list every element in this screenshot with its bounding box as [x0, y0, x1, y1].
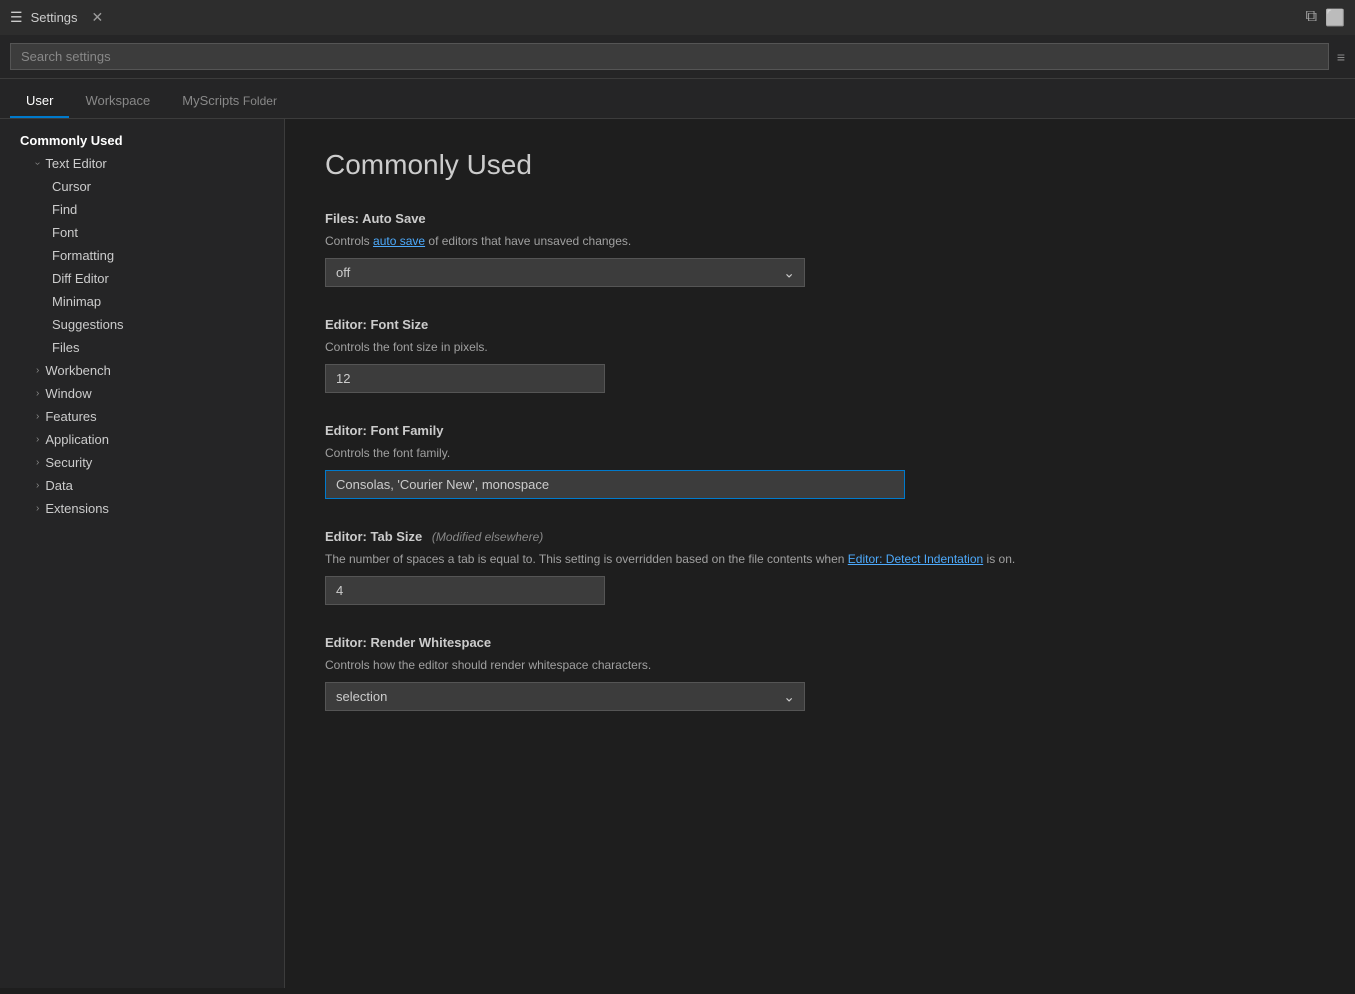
tab-workspace[interactable]: Workspace [69, 85, 166, 118]
chevron-extensions-icon: › [36, 503, 39, 514]
detect-indentation-link[interactable]: Editor: Detect Indentation [848, 552, 983, 566]
close-tab-button[interactable]: ✕ [92, 9, 104, 26]
settings-title: Settings [31, 10, 78, 25]
search-filter-icon[interactable]: ≡ [1337, 49, 1345, 65]
sidebar-item-suggestions[interactable]: Suggestions [0, 313, 284, 336]
text-editor-label: Text Editor [45, 156, 106, 171]
tab-user[interactable]: User [10, 85, 69, 118]
files-auto-save-select[interactable]: off afterDelay onFocusChange onWindowCha… [325, 258, 805, 287]
title-bar-actions: ⧉ ⬜ [1306, 8, 1345, 28]
split-editor-icon[interactable]: ⧉ [1306, 8, 1317, 28]
chevron-features-icon: › [36, 411, 39, 422]
window-label: Window [45, 386, 91, 401]
suggestions-label: Suggestions [52, 317, 124, 332]
sidebar-item-window[interactable]: › Window [0, 382, 284, 405]
setting-desc-render-whitespace: Controls how the editor should render wh… [325, 656, 1315, 674]
tab-myscripts-suffix: Folder [243, 94, 277, 108]
chevron-text-editor-icon: › [32, 162, 43, 165]
setting-label-files-auto-save: Files: Auto Save [325, 211, 1315, 226]
security-label: Security [45, 455, 92, 470]
sidebar-item-cursor[interactable]: Cursor [0, 175, 284, 198]
search-bar: ≡ [0, 35, 1355, 79]
sidebar-item-minimap[interactable]: Minimap [0, 290, 284, 313]
workbench-label: Workbench [45, 363, 111, 378]
font-size-input[interactable] [325, 364, 605, 393]
chevron-data-icon: › [36, 480, 39, 491]
sidebar-item-diff-editor[interactable]: Diff Editor [0, 267, 284, 290]
chevron-workbench-icon: › [36, 365, 39, 376]
tab-size-input[interactable] [325, 576, 605, 605]
sidebar-item-font[interactable]: Font [0, 221, 284, 244]
title-bar: ☰ Settings ✕ ⧉ ⬜ [0, 0, 1355, 35]
cursor-label: Cursor [52, 179, 91, 194]
chevron-security-icon: › [36, 457, 39, 468]
setting-label-render-whitespace: Editor: Render Whitespace [325, 635, 1315, 650]
sidebar-item-files[interactable]: Files [0, 336, 284, 359]
setting-desc-files-auto-save: Controls auto save of editors that have … [325, 232, 1315, 250]
sidebar-item-commonly-used[interactable]: Commonly Used [0, 129, 284, 152]
font-family-input[interactable] [325, 470, 905, 499]
minimap-label: Minimap [52, 294, 101, 309]
commonly-used-label: Commonly Used [20, 133, 123, 148]
data-label: Data [45, 478, 72, 493]
search-input[interactable] [10, 43, 1329, 70]
chevron-application-icon: › [36, 434, 39, 445]
menu-icon[interactable]: ☰ [10, 9, 23, 26]
sidebar-item-data[interactable]: › Data [0, 474, 284, 497]
chevron-window-icon: › [36, 388, 39, 399]
render-whitespace-select-wrapper: none boundary selection trailing all [325, 682, 805, 711]
find-label: Find [52, 202, 77, 217]
setting-desc-font-family: Controls the font family. [325, 444, 1315, 462]
tab-size-modified: (Modified elsewhere) [432, 530, 543, 544]
render-whitespace-select[interactable]: none boundary selection trailing all [325, 682, 805, 711]
setting-editor-render-whitespace: Editor: Render Whitespace Controls how t… [325, 635, 1315, 711]
files-auto-save-select-wrapper: off afterDelay onFocusChange onWindowCha… [325, 258, 805, 287]
font-label: Font [52, 225, 78, 240]
sidebar-item-security[interactable]: › Security [0, 451, 284, 474]
sidebar-item-features[interactable]: › Features [0, 405, 284, 428]
setting-editor-tab-size: Editor: Tab Size (Modified elsewhere) Th… [325, 529, 1315, 605]
setting-files-auto-save: Files: Auto Save Controls auto save of e… [325, 211, 1315, 287]
setting-label-tab-size: Editor: Tab Size (Modified elsewhere) [325, 529, 1315, 544]
setting-desc-font-size: Controls the font size in pixels. [325, 338, 1315, 356]
sidebar-item-find[interactable]: Find [0, 198, 284, 221]
application-label: Application [45, 432, 109, 447]
setting-label-font-size: Editor: Font Size [325, 317, 1315, 332]
setting-label-font-family: Editor: Font Family [325, 423, 1315, 438]
formatting-label: Formatting [52, 248, 114, 263]
sidebar: Commonly Used › Text Editor Cursor Find … [0, 119, 285, 988]
tabs-bar: User Workspace MyScripts Folder [0, 79, 1355, 119]
content-area: Commonly Used Files: Auto Save Controls … [285, 119, 1355, 988]
setting-editor-font-size: Editor: Font Size Controls the font size… [325, 317, 1315, 393]
setting-desc-tab-size: The number of spaces a tab is equal to. … [325, 550, 1315, 568]
setting-editor-font-family: Editor: Font Family Controls the font fa… [325, 423, 1315, 499]
files-label: Files [52, 340, 79, 355]
sidebar-item-text-editor[interactable]: › Text Editor [0, 152, 284, 175]
extensions-label: Extensions [45, 501, 109, 516]
features-label: Features [45, 409, 96, 424]
page-title: Commonly Used [325, 149, 1315, 181]
tab-myscripts[interactable]: MyScripts Folder [166, 85, 293, 118]
main-layout: Commonly Used › Text Editor Cursor Find … [0, 119, 1355, 988]
open-settings-icon[interactable]: ⬜ [1325, 8, 1345, 28]
sidebar-item-formatting[interactable]: Formatting [0, 244, 284, 267]
sidebar-item-application[interactable]: › Application [0, 428, 284, 451]
sidebar-item-extensions[interactable]: › Extensions [0, 497, 284, 520]
auto-save-link[interactable]: auto save [373, 234, 425, 248]
sidebar-item-workbench[interactable]: › Workbench [0, 359, 284, 382]
diff-editor-label: Diff Editor [52, 271, 109, 286]
